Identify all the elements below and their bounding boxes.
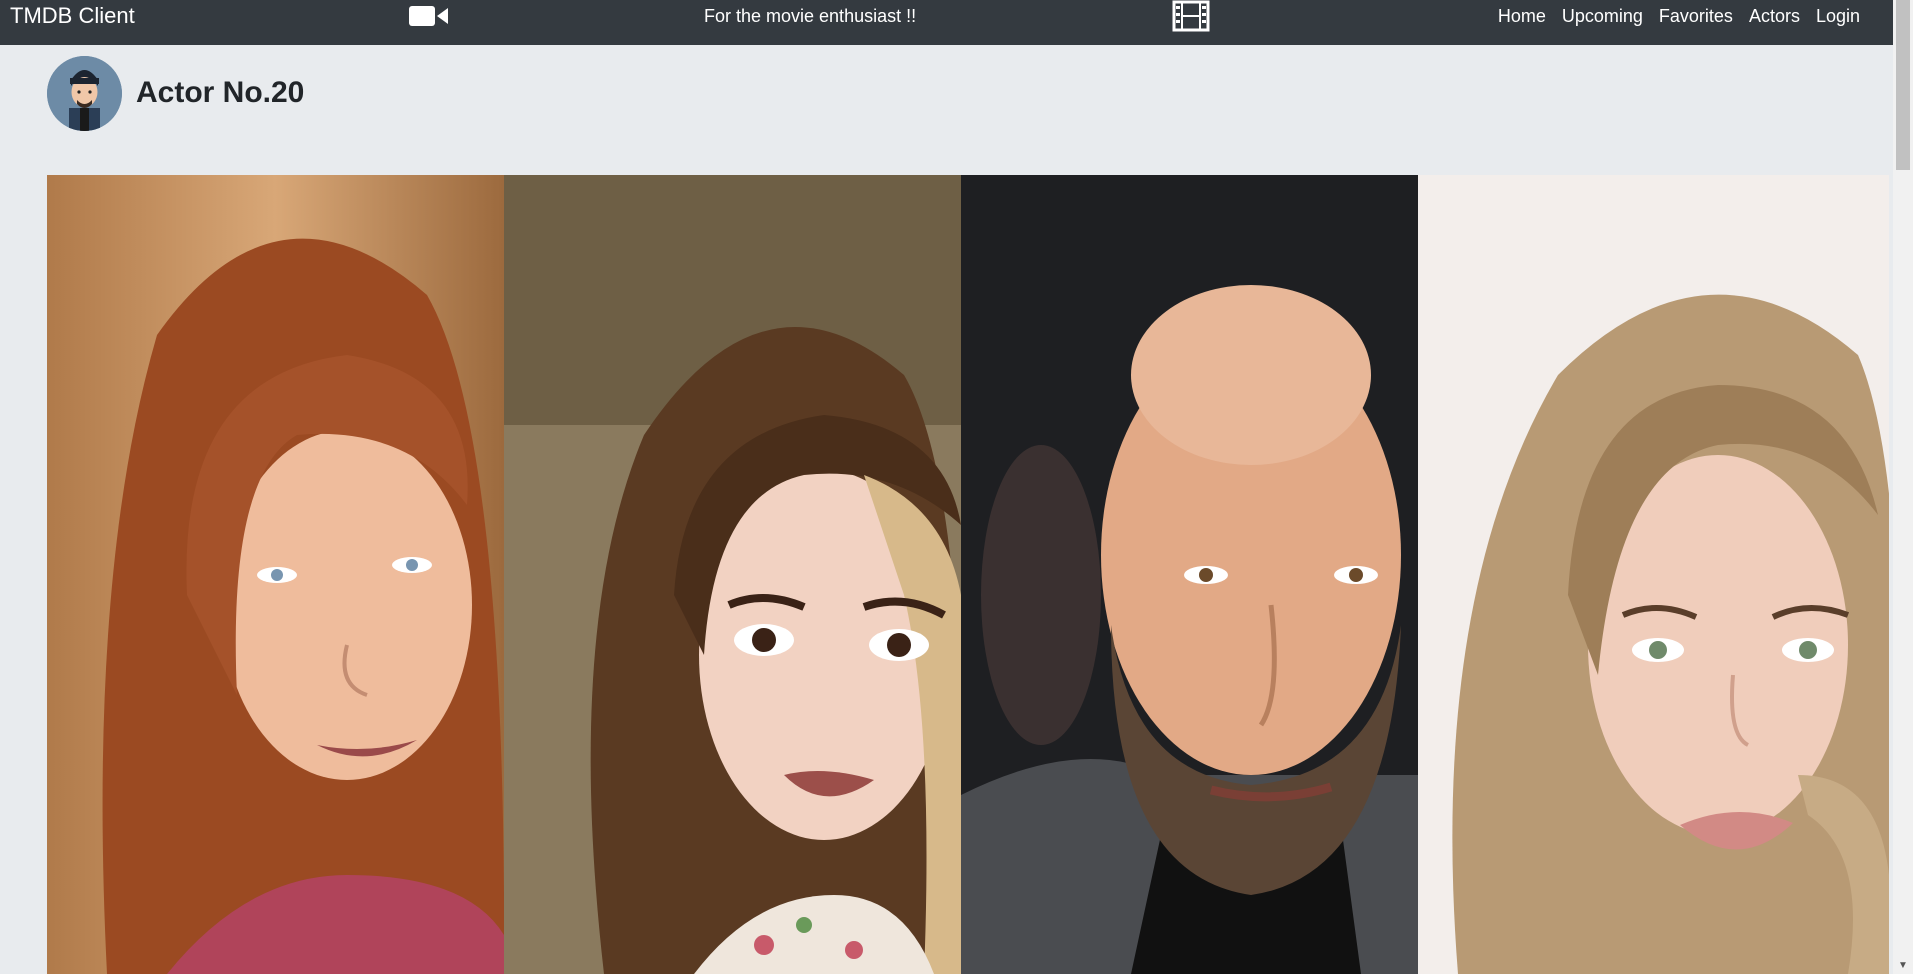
video-camera-icon — [409, 6, 448, 26]
actor-photo-gallery — [47, 175, 1893, 974]
nav-upcoming[interactable]: Upcoming — [1554, 0, 1651, 32]
nav-links: Home Upcoming Favorites Actors Login — [1490, 0, 1868, 32]
tagline: For the movie enthusiast !! — [704, 6, 917, 26]
actor-header: Actor No.20 — [47, 55, 304, 131]
page-scrollbar[interactable]: ▼ — [1893, 0, 1913, 974]
actor-photo-4[interactable] — [1418, 175, 1889, 974]
nav-home[interactable]: Home — [1490, 0, 1554, 32]
nav-actors[interactable]: Actors — [1741, 0, 1808, 32]
nav-favorites[interactable]: Favorites — [1651, 0, 1741, 32]
page-title: Actor No.20 — [136, 76, 305, 109]
actor-photo-red-hair-woman — [47, 175, 504, 974]
actor-photo-bald-man — [961, 175, 1418, 974]
top-navbar: TMDB Client For the movie enthusiast !! … — [0, 0, 1893, 45]
actor-photo-blonde-woman-2 — [1418, 175, 1889, 974]
film-icon — [1172, 0, 1210, 32]
nav-login[interactable]: Login — [1808, 0, 1868, 32]
actor-photo-3[interactable] — [961, 175, 1418, 974]
avatar — [47, 55, 122, 131]
actor-photo-1[interactable] — [47, 175, 504, 974]
actor-photo-blonde-woman — [504, 175, 961, 974]
scrollbar-thumb[interactable] — [1896, 0, 1910, 170]
actor-photo-2[interactable] — [504, 175, 961, 974]
brand-link[interactable]: TMDB Client — [10, 0, 135, 32]
scroll-down-arrow-icon[interactable]: ▼ — [1897, 960, 1909, 972]
